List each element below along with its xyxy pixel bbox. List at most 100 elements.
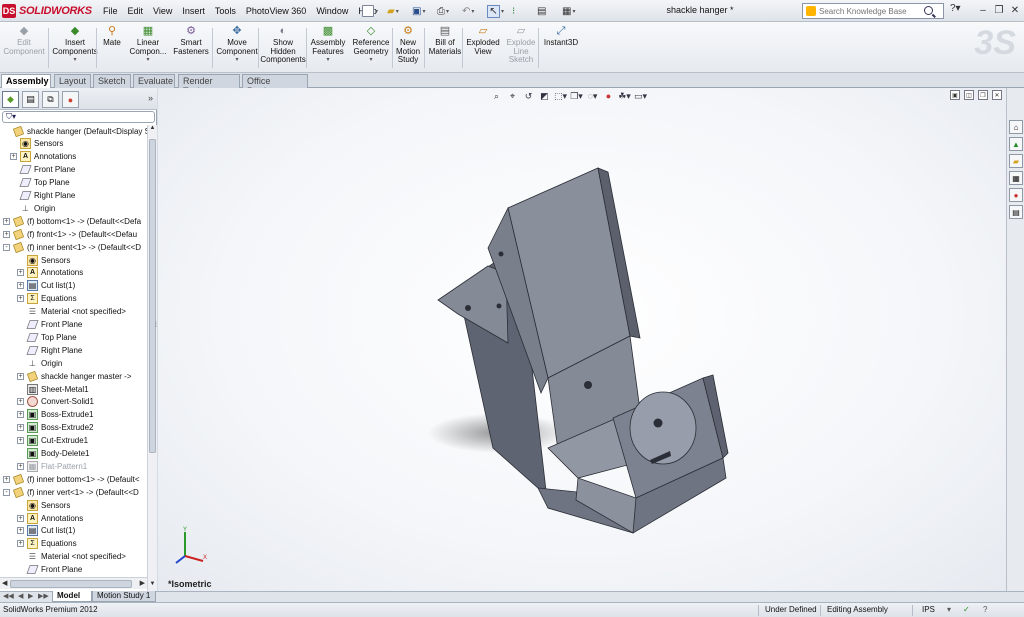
bottom-tab-model[interactable]: Model (52, 591, 92, 602)
show-hidden-button[interactable]: ◐ Show Hidden Components (260, 25, 305, 71)
expand-icon[interactable]: + (3, 217, 10, 225)
prev-tab-icon[interactable]: ◀ (18, 592, 23, 600)
tree-item[interactable]: Right Plane (17, 344, 82, 356)
dropdown-arrow-icon[interactable]: ▾ (326, 56, 329, 65)
feature-manager-tab-icon[interactable]: ◆ (2, 91, 19, 108)
expand-icon[interactable]: + (10, 153, 17, 161)
expand-icon[interactable]: + (17, 424, 24, 432)
save-button[interactable]: ▣ ▾ (412, 3, 434, 19)
expand-icon[interactable]: + (17, 398, 24, 406)
smart-fasteners-button[interactable]: ⚙ Smart Fasteners (172, 25, 210, 71)
tab-evaluate[interactable]: Evaluate (133, 74, 175, 88)
tree-item[interactable]: ◉ Sensors (10, 138, 63, 150)
dropdown-arrow-icon[interactable]: ▾ (73, 56, 76, 65)
tree-item[interactable]: shackle hanger (Default<Display Stat (3, 125, 147, 137)
next-tab-icon[interactable]: ▶ (28, 592, 33, 600)
expand-icon[interactable]: + (17, 462, 24, 470)
units-selector[interactable]: IPS (922, 605, 935, 614)
file-explorer-icon[interactable]: ▰ (1009, 154, 1023, 168)
expand-icon[interactable]: + (3, 475, 10, 483)
close-icon[interactable]: ✕ (1008, 3, 1022, 17)
mate-button[interactable]: ⚲ Mate (100, 25, 124, 71)
expand-icon[interactable]: + (17, 269, 24, 277)
tree-item[interactable]: + shackle hanger master -> (17, 370, 132, 382)
tree-item[interactable]: + ▣ Boss-Extrude1 (17, 409, 93, 421)
dropdown-arrow-icon[interactable]: ▾ (369, 56, 372, 65)
tree-item[interactable]: + ▣ Boss-Extrude2 (17, 422, 93, 434)
open-button[interactable]: ▰ ▾ (387, 3, 409, 19)
tree-item[interactable]: + A Annotations (17, 267, 83, 279)
tree-item[interactable]: Right Plane (10, 190, 75, 202)
property-manager-tab-icon[interactable]: ▤ (22, 91, 39, 108)
tree-item[interactable]: ☰ Material <not specified> (17, 306, 126, 318)
tab-sketch[interactable]: Sketch (93, 74, 131, 88)
custom-properties-icon[interactable]: ▤ (1009, 205, 1023, 219)
expand-icon[interactable]: + (17, 295, 24, 303)
scroll-thumb-horizontal[interactable] (10, 580, 132, 588)
instant3d-button[interactable]: ⤢ Instant3D (542, 25, 580, 71)
tree-item[interactable]: + ▣ Cut-Extrude1 (17, 435, 88, 447)
menu-tools[interactable]: Tools (210, 4, 241, 18)
tree-item[interactable]: ⊥ Origin (17, 357, 62, 369)
scroll-thumb[interactable] (149, 139, 156, 453)
expand-icon[interactable]: + (17, 527, 24, 535)
bill-of-materials-button[interactable]: ▤ Bill of Materials (428, 25, 462, 71)
panel-expand-icon[interactable]: » (148, 93, 153, 103)
tree-horizontal-scrollbar[interactable]: ◀ ▶ (0, 577, 147, 589)
expand-icon[interactable]: + (17, 411, 24, 419)
scroll-up-icon[interactable]: ▲ (148, 125, 157, 135)
linear-compon-button[interactable]: ▦ Linear Compon... ▾ (130, 25, 167, 71)
tab-layout[interactable]: Layout (54, 74, 91, 88)
tree-item[interactable]: Front Plane (17, 319, 82, 331)
expand-icon[interactable]: + (17, 540, 24, 548)
tree-item[interactable]: + Σ Equations (17, 538, 77, 550)
file-properties-button[interactable]: ▤ (537, 3, 559, 19)
display-manager-tab-icon[interactable]: ● (62, 91, 79, 108)
expand-icon[interactable]: + (17, 372, 24, 380)
tree-item[interactable]: ⊥ Origin (10, 202, 55, 214)
tree-item[interactable]: ☰ Material <not specified> (17, 551, 126, 563)
scroll-down-icon[interactable]: ▼ (148, 581, 157, 591)
scroll-right-icon[interactable]: ▶ (140, 579, 145, 587)
tree-item[interactable]: + (f) bottom<1> -> (Default<<Defa (3, 215, 141, 227)
tree-item[interactable]: ◉ Sensors (17, 499, 70, 511)
search-input[interactable] (819, 6, 929, 16)
new-document-button[interactable]: ▾ (362, 3, 384, 19)
rebuild-status-icon[interactable]: ✓ (963, 605, 970, 614)
collapse-icon[interactable]: - (3, 488, 10, 496)
help-status-icon[interactable]: ? (983, 605, 987, 614)
exploded-view-button[interactable]: ▱ Exploded View (466, 25, 500, 71)
menu-photoview-360[interactable]: PhotoView 360 (241, 4, 311, 18)
design-library-icon[interactable]: ▲ (1009, 137, 1023, 151)
panel-splitter-handle[interactable]: ⁞ (155, 322, 163, 342)
shackle-hanger-model[interactable] (158, 88, 1006, 591)
menu-view[interactable]: View (148, 4, 177, 18)
tree-item[interactable]: + ▤ Cut list(1) (17, 280, 75, 292)
tab-assembly[interactable]: Assembly (1, 74, 51, 89)
options-button[interactable]: ▦ ▾ (562, 3, 584, 19)
tab-render-tools[interactable]: Render Tools (178, 74, 240, 96)
restore-icon[interactable]: ❐ (992, 3, 1006, 17)
first-tab-icon[interactable]: ◀◀ (3, 592, 14, 600)
move-component-button[interactable]: ✥ Move Component ▾ (216, 25, 258, 71)
tree-vertical-scrollbar[interactable]: ▲ ▼ (147, 125, 157, 591)
appearances-icon[interactable]: ● (1009, 188, 1023, 202)
rebuild-button[interactable]: ⁝ (512, 3, 534, 19)
tree-item[interactable]: ◉ Sensors (17, 254, 70, 266)
menu-file[interactable]: File (98, 4, 123, 18)
bottom-tab-motion-study-1[interactable]: Motion Study 1 (92, 591, 156, 602)
reference-geometry-button[interactable]: ◇ Reference Geometry ▾ (350, 25, 392, 71)
menu-insert[interactable]: Insert (177, 4, 210, 18)
scroll-left-icon[interactable]: ◀ (2, 579, 7, 587)
undo-button[interactable]: ↶ ▾ (462, 3, 484, 19)
units-dropdown-icon[interactable]: ▾ (947, 605, 951, 614)
tree-filter[interactable]: ⛉▾ (2, 111, 155, 123)
tree-item[interactable]: + ▤ Cut list(1) (17, 525, 75, 537)
search-icon[interactable] (924, 6, 933, 15)
tree-item[interactable]: + A Annotations (10, 151, 76, 163)
tree-item[interactable]: Top Plane (10, 177, 70, 189)
tree-item[interactable]: - (f) inner vert<1> -> (Default<<D (3, 486, 139, 498)
view-palette-icon[interactable]: ▦ (1009, 171, 1023, 185)
tree-item[interactable]: ▥ Sheet-Metal1 (17, 383, 89, 395)
tree-item[interactable]: + (f) front<1> -> (Default<<Defau (3, 228, 137, 240)
